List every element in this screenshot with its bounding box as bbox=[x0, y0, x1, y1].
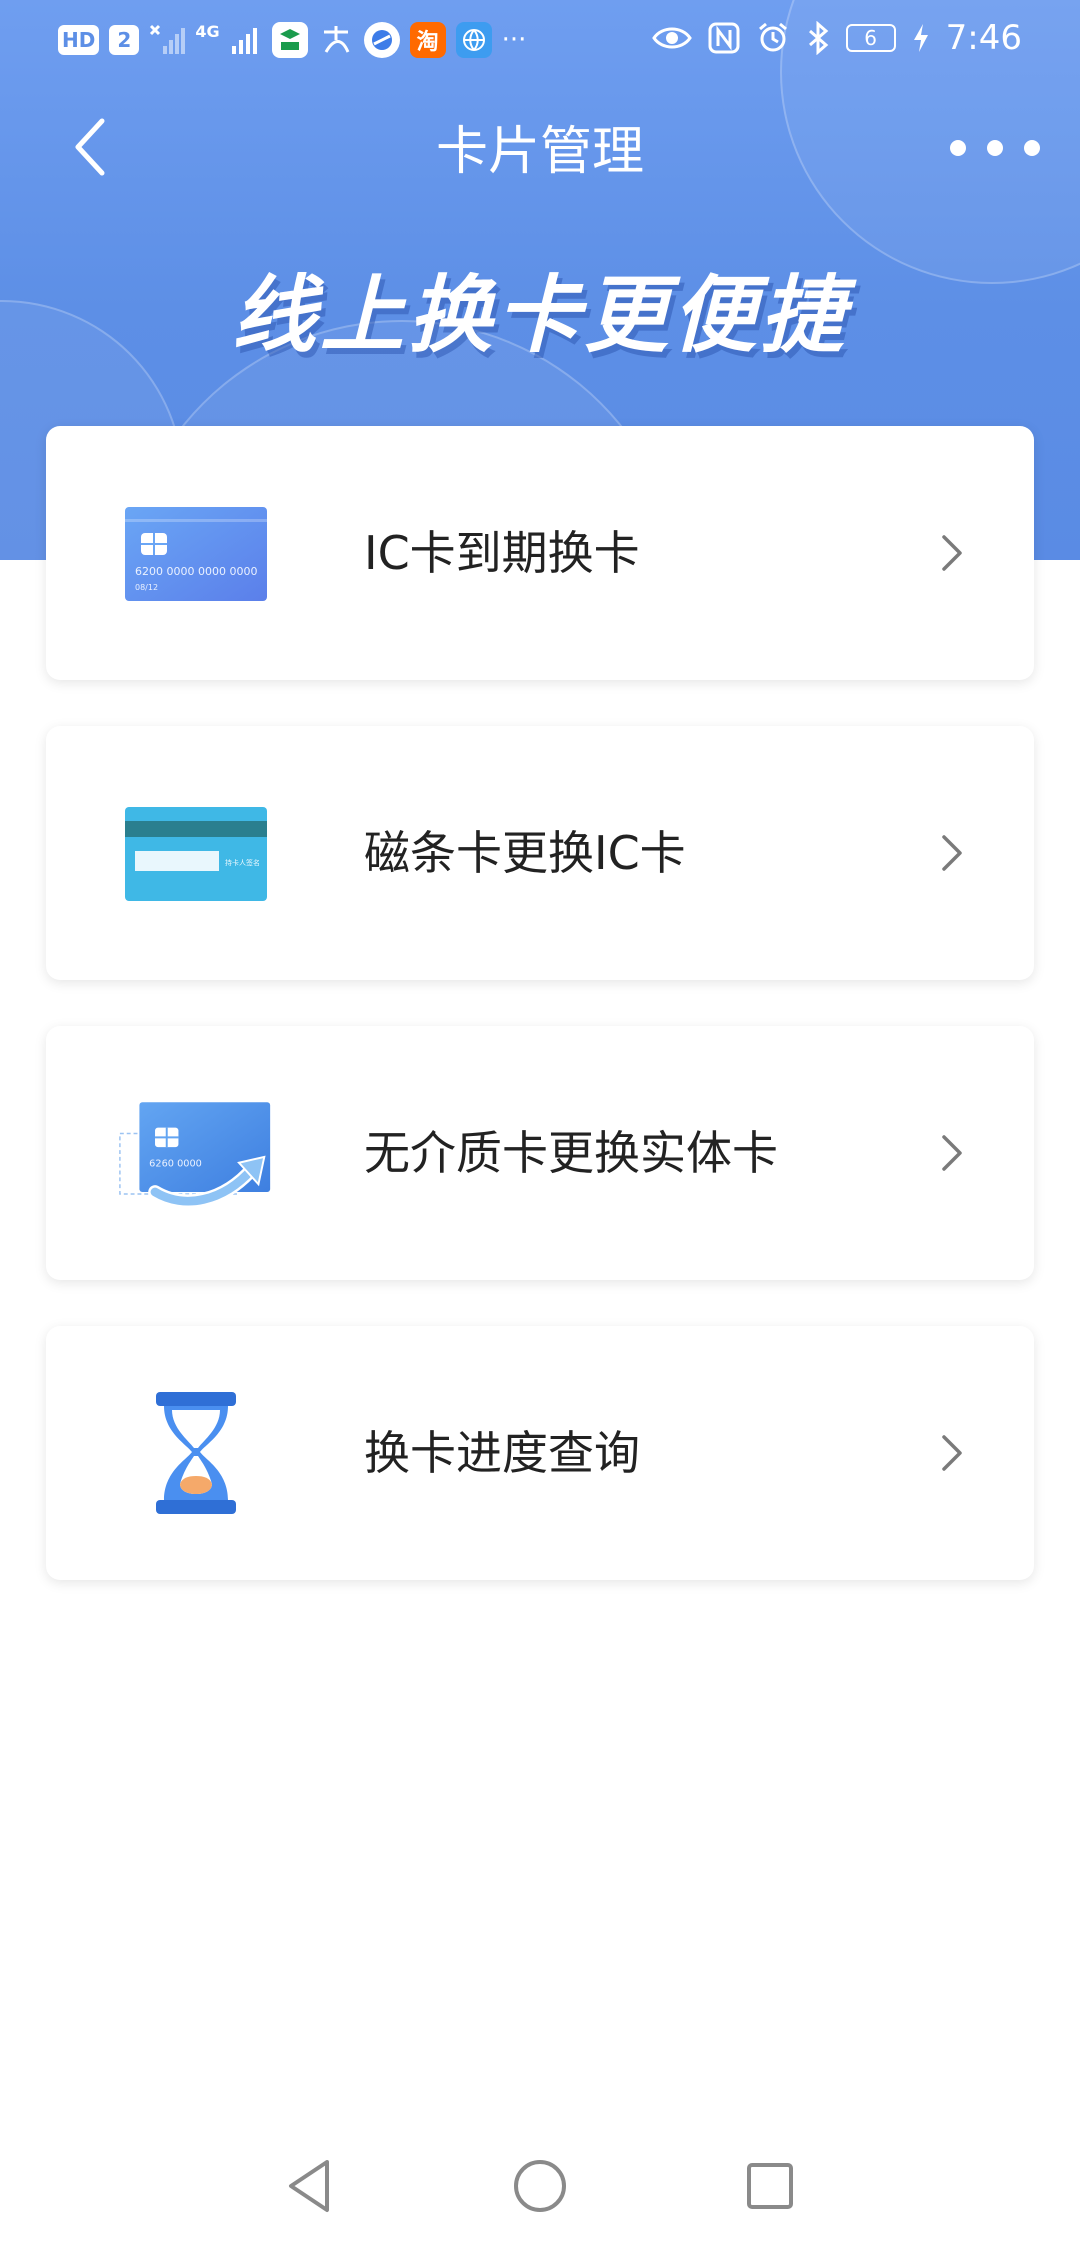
card-virtual-to-physical[interactable]: 6260 0000 无介质卡更换实体卡 bbox=[46, 1026, 1034, 1280]
page-title: 卡片管理 bbox=[435, 122, 644, 182]
taobao-icon: 淘 bbox=[409, 22, 446, 58]
no-signal-icon bbox=[150, 24, 186, 54]
system-navigation-bar bbox=[0, 2124, 1080, 2244]
more-options-button[interactable] bbox=[950, 118, 1040, 178]
charging-icon bbox=[913, 24, 928, 52]
status-left-group: HD 2 4G 淘 ··· bbox=[58, 22, 526, 58]
signal-bars-icon bbox=[231, 28, 257, 54]
more-notifications-label: ··· bbox=[501, 25, 527, 55]
hourglass-icon bbox=[116, 1383, 276, 1523]
ic-card-expiry: 08/12 bbox=[135, 583, 158, 592]
nav-recent-square-icon bbox=[747, 2163, 793, 2209]
nfc-icon bbox=[708, 22, 740, 54]
sim-badge: 2 bbox=[109, 25, 140, 55]
nav-home-circle-icon bbox=[514, 2160, 566, 2212]
alipay-icon bbox=[323, 26, 349, 53]
hd-badge: HD bbox=[58, 25, 100, 55]
chevron-right-icon bbox=[942, 835, 962, 871]
card-progress-query[interactable]: 换卡进度查询 bbox=[46, 1326, 1034, 1580]
signature-label: 持卡人签名 bbox=[225, 858, 260, 867]
more-dots-icon bbox=[1024, 140, 1040, 156]
system-back-button[interactable] bbox=[280, 2156, 340, 2216]
alarm-icon bbox=[758, 22, 787, 52]
card-ic-renewal[interactable]: 6200 0000 0000 0000 08/12 IC卡到期换卡 bbox=[46, 426, 1034, 680]
virtual-card-icon: 6260 0000 bbox=[116, 1083, 276, 1223]
battery-icon: 6 bbox=[845, 24, 896, 52]
chevron-right-icon bbox=[942, 535, 962, 571]
bluetooth-icon bbox=[808, 21, 828, 55]
browser-icon bbox=[363, 22, 400, 58]
chevron-right-icon bbox=[942, 1135, 962, 1171]
network-type-label: 4G bbox=[195, 22, 220, 41]
card-label: 无介质卡更换实体卡 bbox=[364, 1126, 778, 1180]
banner-slogan: 线上换卡更便捷 bbox=[231, 266, 848, 364]
nav-back-triangle-icon bbox=[289, 2160, 329, 2212]
ic-card-number: 6200 0000 0000 0000 bbox=[135, 565, 257, 578]
card-label: 换卡进度查询 bbox=[364, 1426, 640, 1480]
status-right-group: 6 7:46 bbox=[651, 18, 1022, 58]
more-dots-icon bbox=[987, 140, 1003, 156]
eye-icon bbox=[651, 27, 692, 49]
system-recent-button[interactable] bbox=[740, 2156, 800, 2216]
globe-icon bbox=[455, 22, 492, 58]
card-label: 磁条卡更换IC卡 bbox=[364, 826, 686, 880]
ic-card-icon: 6200 0000 0000 0000 08/12 bbox=[116, 483, 276, 623]
post-app-icon bbox=[271, 22, 308, 58]
card-magnetic-to-ic[interactable]: 持卡人签名 磁条卡更换IC卡 bbox=[46, 726, 1034, 980]
status-bar: HD 2 4G 淘 ··· 6 7:46 bbox=[0, 0, 1080, 80]
system-home-button[interactable] bbox=[510, 2156, 570, 2216]
chevron-right-icon bbox=[942, 1435, 962, 1471]
magnetic-card-icon: 持卡人签名 bbox=[116, 783, 276, 923]
card-label: IC卡到期换卡 bbox=[364, 526, 640, 580]
status-time: 7:46 bbox=[945, 18, 1022, 58]
more-dots-icon bbox=[950, 140, 966, 156]
virtual-card-number: 6260 0000 bbox=[149, 1159, 202, 1170]
